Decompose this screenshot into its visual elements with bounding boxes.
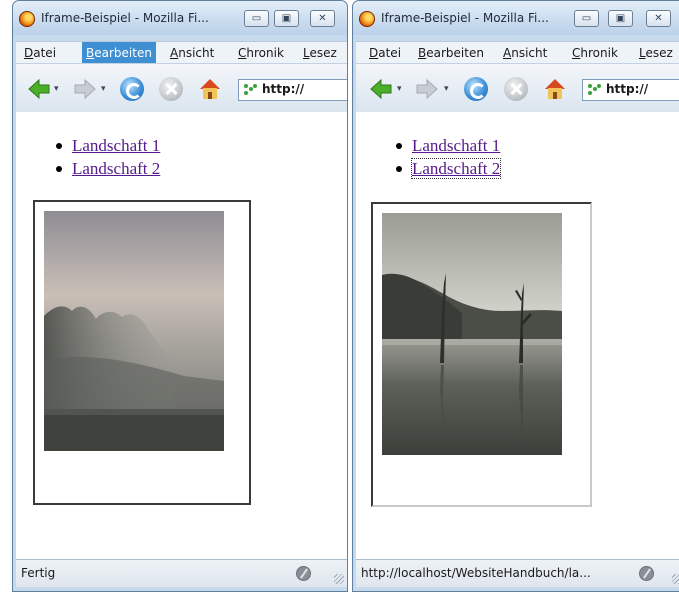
- connection-status-icon[interactable]: [296, 566, 311, 581]
- url-bar[interactable]: http://: [582, 79, 679, 101]
- list-item: Landschaft 1: [56, 134, 160, 157]
- status-text: Fertig: [21, 566, 56, 580]
- stop-icon[interactable]: [159, 77, 183, 101]
- navigation-toolbar: ▾ ▾ http://: [16, 63, 347, 113]
- url-text: http://: [262, 82, 305, 96]
- iframe-frame[interactable]: [371, 202, 592, 507]
- link-landschaft-2[interactable]: Landschaft 2: [410, 158, 502, 179]
- firefox-icon: [359, 11, 375, 27]
- iframe-frame[interactable]: [33, 200, 251, 505]
- title-bar[interactable]: Iframe-Beispiel - Mozilla Fi... ▭ ▣ ✕: [13, 1, 347, 35]
- browser-window-left: Iframe-Beispiel - Mozilla Fi... ▭ ▣ ✕ Da…: [12, 0, 348, 592]
- menu-item-datei[interactable]: Datei: [20, 42, 60, 64]
- site-identity-icon: [244, 84, 258, 96]
- bullet: [56, 166, 62, 172]
- home-icon[interactable]: [197, 76, 223, 102]
- forward-history-dropdown-icon[interactable]: ▾: [444, 84, 449, 94]
- close-button[interactable]: ✕: [646, 10, 671, 27]
- close-button[interactable]: ✕: [310, 10, 335, 27]
- menu-bar: Datei Bearbeiten Ansicht Chronik Lesez: [356, 41, 679, 64]
- menu-item-lesezeichen[interactable]: Lesez: [299, 42, 341, 64]
- menu-item-ansicht[interactable]: Ansicht: [499, 42, 551, 64]
- link-list: Landschaft 1 Landschaft 2: [396, 134, 502, 180]
- back-arrow-icon[interactable]: [370, 78, 392, 100]
- reload-icon[interactable]: [120, 77, 144, 101]
- site-identity-icon: [588, 84, 602, 96]
- bullet: [56, 143, 62, 149]
- menu-item-chronik[interactable]: Chronik: [234, 42, 288, 64]
- link-landschaft-2[interactable]: Landschaft 2: [72, 159, 160, 178]
- home-icon[interactable]: [542, 76, 568, 102]
- link-landschaft-1[interactable]: Landschaft 1: [412, 136, 500, 155]
- maximize-button[interactable]: ▣: [274, 10, 299, 27]
- window-title: Iframe-Beispiel - Mozilla Fi...: [41, 11, 209, 25]
- bullet: [396, 143, 402, 149]
- menu-item-chronik[interactable]: Chronik: [568, 42, 622, 64]
- menu-item-bearbeiten[interactable]: Bearbeiten: [414, 42, 488, 64]
- status-bar: http://localhost/WebsiteHandbuch/la...: [356, 559, 679, 587]
- maximize-icon: ▣: [615, 13, 626, 24]
- url-text: http://: [606, 82, 649, 96]
- title-bar[interactable]: Iframe-Beispiel - Mozilla Fi... ▭ ▣ ✕: [353, 1, 679, 35]
- maximize-button[interactable]: ▣: [608, 10, 633, 27]
- close-icon: ✕: [318, 13, 327, 24]
- firefox-icon: [19, 11, 35, 27]
- list-item: Landschaft 2: [396, 157, 502, 180]
- bullet: [396, 166, 402, 172]
- list-item: Landschaft 1: [396, 134, 500, 157]
- minimize-button[interactable]: ▭: [244, 10, 269, 27]
- resize-grip-icon[interactable]: [672, 574, 679, 584]
- reload-icon[interactable]: [464, 77, 488, 101]
- forward-arrow-icon[interactable]: [74, 78, 96, 100]
- back-history-dropdown-icon[interactable]: ▾: [397, 84, 402, 94]
- lake-with-dead-trees-landscape-image: [382, 213, 562, 455]
- link-landschaft-1[interactable]: Landschaft 1: [72, 136, 160, 155]
- list-item: Landschaft 2: [56, 157, 160, 180]
- page-content: Landschaft 1 Landschaft 2: [16, 112, 347, 559]
- url-bar[interactable]: http://: [238, 79, 347, 101]
- link-list: Landschaft 1 Landschaft 2: [56, 134, 160, 180]
- connection-status-icon[interactable]: [639, 566, 654, 581]
- status-bar: Fertig: [16, 559, 347, 587]
- window-title: Iframe-Beispiel - Mozilla Fi...: [381, 11, 549, 25]
- minimize-icon: ▭: [581, 13, 592, 24]
- status-text: http://localhost/WebsiteHandbuch/la...: [361, 566, 591, 580]
- browser-window-right: Iframe-Beispiel - Mozilla Fi... ▭ ▣ ✕ Da…: [352, 0, 679, 592]
- menu-item-datei[interactable]: Datei: [365, 42, 405, 64]
- misty-forest-landscape-image: [44, 211, 224, 451]
- menu-bar: Datei Bearbeiten Ansicht Chronik Lesez: [16, 41, 347, 64]
- resize-grip-icon[interactable]: [334, 574, 344, 584]
- back-arrow-icon[interactable]: [28, 78, 50, 100]
- close-icon: ✕: [654, 13, 663, 24]
- minimize-icon: ▭: [251, 13, 262, 24]
- back-history-dropdown-icon[interactable]: ▾: [54, 84, 59, 94]
- menu-item-lesezeichen[interactable]: Lesez: [635, 42, 677, 64]
- minimize-button[interactable]: ▭: [574, 10, 599, 27]
- menu-item-bearbeiten[interactable]: Bearbeiten: [82, 42, 156, 64]
- forward-history-dropdown-icon[interactable]: ▾: [101, 84, 106, 94]
- menu-item-ansicht[interactable]: Ansicht: [166, 42, 218, 64]
- navigation-toolbar: ▾ ▾ http://: [356, 63, 679, 113]
- stop-icon[interactable]: [504, 77, 528, 101]
- page-content: Landschaft 1 Landschaft 2: [356, 112, 679, 559]
- forward-arrow-icon[interactable]: [416, 78, 438, 100]
- maximize-icon: ▣: [281, 13, 292, 24]
